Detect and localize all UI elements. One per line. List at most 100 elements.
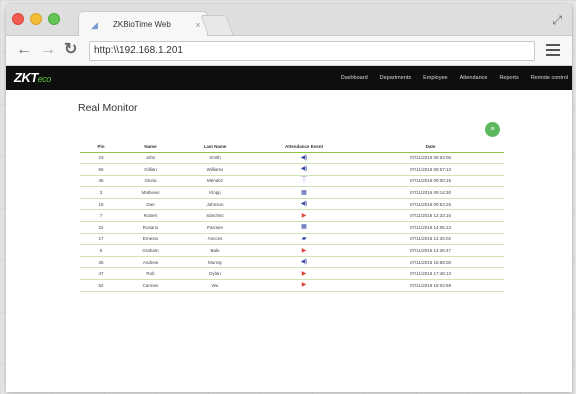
last-name-cell: Williams: [179, 163, 251, 176]
attendance-event-cell: ◀): [251, 256, 357, 269]
column-header-last-name[interactable]: Last Name: [179, 142, 251, 153]
back-arrow-icon[interactable]: ←: [16, 41, 32, 59]
reload-icon[interactable]: ↻: [64, 41, 77, 59]
pin-cell: 3: [80, 186, 122, 199]
add-icon[interactable]: ≡: [485, 122, 500, 137]
last-name-cell: Murray: [179, 256, 251, 269]
logo-text: ZKT: [14, 70, 38, 85]
pin-cell: 17: [80, 233, 122, 246]
card-icon: ▦: [301, 189, 307, 196]
last-name-cell: Sánchez: [179, 209, 251, 223]
name-cell: Andrew: [122, 256, 179, 269]
date-cell: 07/11/2016 16:58:00: [357, 256, 504, 269]
date-cell: 07/11/2016 14:36:47: [357, 244, 504, 257]
browser-tab[interactable]: ◢ ZKBioTime Web ×: [78, 11, 208, 37]
table-row[interactable]: 22 Rosario Parraire ▦ 07/11/2016 14:05:13: [80, 221, 504, 234]
table-row[interactable]: 5 Graham Bale ▶ 07/11/2016 14:36:47: [80, 244, 504, 257]
table-row[interactable]: 36 Andrew Murray ◀) 07/11/2016 16:58:00: [80, 256, 504, 269]
attendance-event-cell: ▦: [251, 221, 357, 234]
table-row[interactable]: 16 Dan Johnson ◀) 07/11/2016 09:53:26: [80, 198, 504, 211]
close-window-button[interactable]: [12, 13, 24, 25]
last-name-cell: Klopp: [179, 186, 251, 199]
last-name-cell: Johnson: [179, 198, 251, 211]
fingerprint-icon: ◀): [300, 201, 308, 208]
pin-cell: 16: [80, 198, 122, 211]
table-header-row: Pin Name Last Name Attendance Event Date: [80, 142, 504, 153]
pin-cell: 22: [80, 221, 122, 234]
favicon-icon: ◢: [91, 19, 98, 30]
attendance-event-cell: ▶: [251, 244, 357, 257]
fingerprint-icon: ◀): [300, 259, 308, 266]
column-header-name[interactable]: Name: [122, 142, 179, 153]
last-name-cell: Dylan: [179, 267, 251, 281]
date-cell: 07/11/2016 09:14:30: [357, 186, 504, 199]
app-header: ZKTeco Dashboard Departments Employee At…: [6, 66, 572, 90]
name-cell: Robert: [122, 209, 179, 223]
attendance-event-cell: ▶: [251, 267, 357, 281]
last-name-cell: Parraire: [179, 221, 251, 234]
main-content: Real Monitor ≡ Pin Name Last Name Attend…: [6, 90, 572, 392]
card-icon: ▦: [301, 224, 307, 231]
column-header-pin[interactable]: Pin: [80, 142, 122, 153]
browser-toolbar: ← → ↻ http:\\192.168.1.201: [6, 36, 572, 66]
face-icon: ▶: [301, 270, 307, 277]
hamburger-menu-icon[interactable]: [546, 44, 560, 59]
nav-departments[interactable]: Departments: [380, 75, 412, 81]
zkteco-logo[interactable]: ZKTeco: [14, 70, 51, 85]
tab-title: ZKBioTime Web: [113, 20, 171, 29]
fingerprint-icon: ◀): [300, 154, 308, 161]
page-title: Real Monitor: [78, 102, 138, 114]
pin-cell: 7: [80, 209, 122, 223]
pin-cell: 23: [80, 152, 122, 165]
forward-arrow-icon[interactable]: →: [40, 41, 56, 59]
name-cell: John: [122, 152, 179, 165]
date-cell: 07/11/2016 14:05:13: [357, 221, 504, 234]
attendance-event-cell: ◀): [251, 152, 357, 165]
maximize-window-button[interactable]: [48, 13, 60, 25]
monitor-table: Pin Name Last Name Attendance Event Date…: [80, 142, 504, 292]
name-cell: Carmen: [122, 279, 179, 292]
name-cell: Gillian: [122, 163, 179, 176]
palm-icon: ⏉: [300, 177, 307, 184]
date-cell: 07/11/2016 18:02:58: [357, 279, 504, 292]
app-nav: Dashboard Departments Employee Attendanc…: [329, 66, 568, 90]
nav-reports[interactable]: Reports: [499, 75, 518, 81]
attendance-event-cell: ◀): [251, 163, 357, 176]
table-row[interactable]: 45 Gloria Méndez ⏉ 07/11/2016 09:00:15: [80, 175, 504, 188]
browser-window: ◢ ZKBioTime Web × ⤢ ← → ↻ http:\\192.168…: [6, 4, 572, 392]
attendance-event-cell: ▰: [251, 233, 357, 246]
nav-dashboard[interactable]: Dashboard: [341, 75, 368, 81]
table-row[interactable]: 47 Rob Dylan ▶ 07/11/2016 17:46:13: [80, 267, 504, 281]
fullscreen-icon[interactable]: ⤢: [552, 13, 562, 28]
address-bar[interactable]: http:\\192.168.1.201: [89, 41, 535, 61]
pin-cell: 36: [80, 256, 122, 269]
pin-cell: 56: [80, 163, 122, 176]
nav-remote-control[interactable]: Remote control: [531, 75, 568, 81]
column-header-attendance-event[interactable]: Attendance Event: [251, 142, 357, 153]
column-header-date[interactable]: Date: [357, 142, 504, 153]
name-cell: Ernesto: [122, 233, 179, 246]
logo-suffix: eco: [37, 74, 52, 84]
date-cell: 07/11/2016 09:00:15: [357, 175, 504, 188]
last-name-cell: Wu: [179, 279, 251, 292]
attendance-event-cell: ⏉: [251, 175, 357, 188]
attendance-event-cell: ▶: [251, 209, 357, 223]
date-cell: 07/11/2016 12:33:16: [357, 209, 504, 223]
nav-employee[interactable]: Employee: [423, 75, 447, 81]
name-cell: Rob: [122, 267, 179, 281]
nav-attendance[interactable]: Attendance: [460, 75, 488, 81]
table-row[interactable]: 23 John Smith ◀) 07/11/2016 08:53:06: [80, 152, 504, 165]
pin-cell: 5: [80, 244, 122, 257]
table-row[interactable]: 3 Mathews Klopp ▦ 07/11/2016 09:14:30: [80, 186, 504, 199]
table-row[interactable]: 56 Gillian Williams ◀) 07/11/2016 08:57:13: [80, 163, 504, 176]
table-row[interactable]: 17 Ernesto Ancces ▰ 07/11/2016 14:26:02: [80, 233, 504, 246]
face-icon: ▶: [301, 212, 307, 219]
password-icon: ▰: [301, 235, 307, 242]
fingerprint-icon: ◀): [300, 166, 308, 173]
table-row[interactable]: 52 Carmen Wu ▶ 07/11/2016 18:02:58: [80, 279, 504, 292]
last-name-cell: Ancces: [179, 233, 251, 246]
face-icon: ▶: [301, 247, 307, 254]
table-row[interactable]: 7 Robert Sánchez ▶ 07/11/2016 12:33:16: [80, 209, 504, 223]
minimize-window-button[interactable]: [30, 13, 42, 25]
last-name-cell: Smith: [179, 152, 251, 165]
